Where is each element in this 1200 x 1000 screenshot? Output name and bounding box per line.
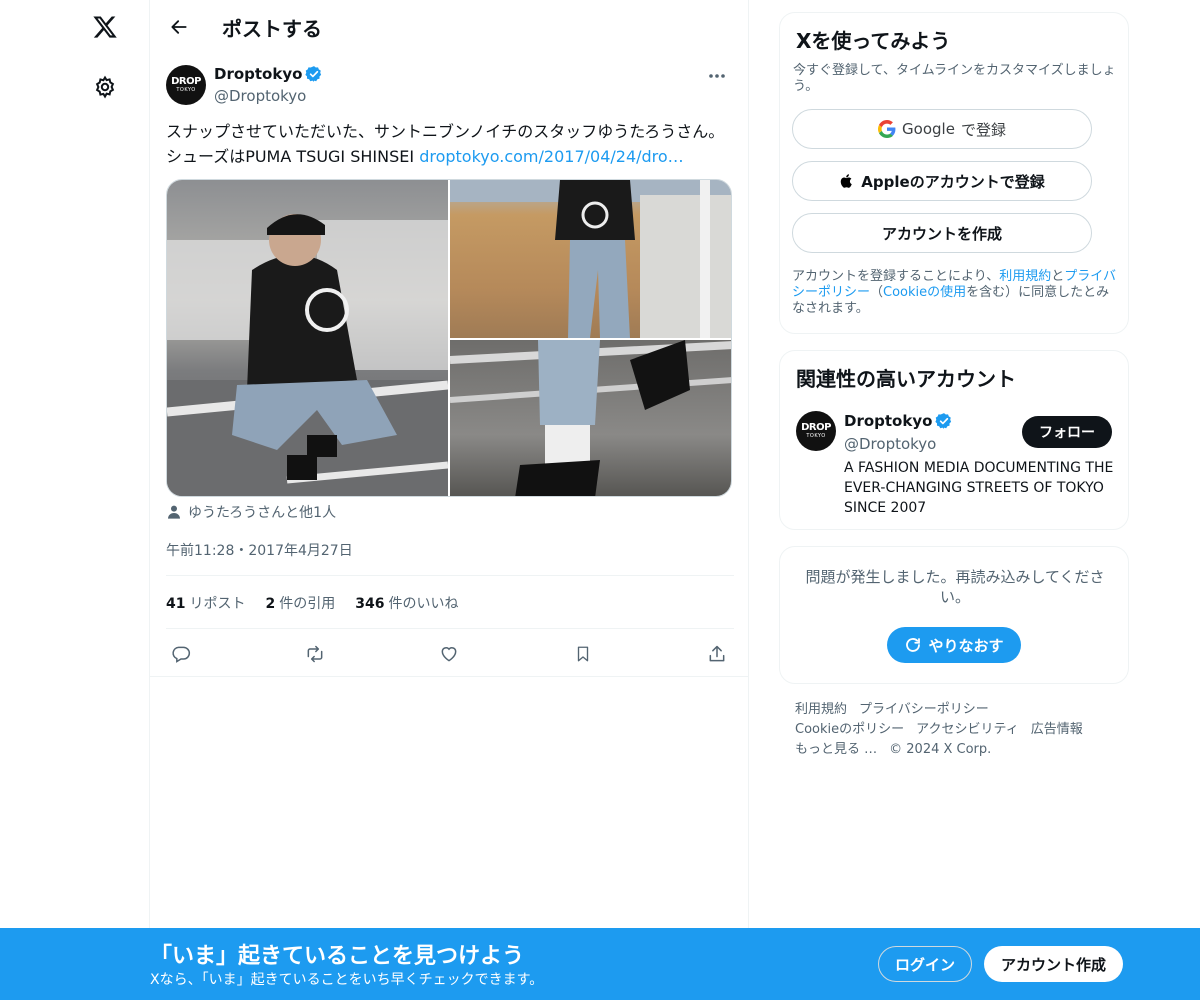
photo-2[interactable] [450,180,731,338]
tweet-text: スナップさせていただいた、サントニブンノイチのスタッフゆうたろうさん。 シューズ… [166,119,734,169]
settings-gear-icon[interactable] [82,64,128,110]
quotes-count: 2 [265,596,276,612]
create-account-button[interactable]: アカウントを作成 [792,213,1092,253]
legal-open: （ [870,285,884,300]
avatar-logo-subtext: TOKYO [176,87,196,93]
quotes-stat[interactable]: 2 件の引用 [265,593,335,613]
apple-signup-label: Appleのアカウントで登録 [861,172,1045,191]
share-icon[interactable] [703,640,731,668]
bottom-signup-banner: 「いま」起きていることを見つけよう Xなら、「いま」起きていることをいち早くチェ… [0,928,1200,1000]
tweet-timestamp[interactable]: 午前11:28・2017年4月27日 [166,540,353,560]
google-signup-label: で登録 [960,120,1006,139]
footer-ads-link[interactable]: 広告情報 [1031,722,1083,737]
tweet-link[interactable]: droptokyo.com/2017/04/24/dro… [419,147,684,166]
left-nav [0,0,150,1000]
footer-links: 利用規約 プライバシーポリシー Cookieのポリシー アクセシビリティ 広告情報 も… [795,700,1115,760]
footer-copyright: © 2024 X Corp. [889,742,992,757]
relevant-account-bio: A FASHION MEDIA DOCUMENTING THE EVER-CHA… [844,460,1114,516]
back-arrow-icon[interactable] [162,10,196,44]
bookmark-icon[interactable] [569,640,597,668]
cookie-link[interactable]: Cookieの使用 [883,285,966,300]
create-account-label: アカウントを作成 [881,224,1002,243]
google-brand-label: Google [902,120,955,138]
quotes-label: 件の引用 [279,596,336,612]
reposts-stat[interactable]: 41 リポスト [166,593,245,613]
relevant-title: 関連性の高いアカウント [796,367,1016,391]
login-button[interactable]: ログイン [878,946,972,982]
main-column: ポストする DROP TOKYO Droptokyo @Droptokyo スナ… [149,0,749,928]
more-options-icon[interactable] [700,64,734,88]
x-logo-icon[interactable] [82,4,128,50]
tweet-author: DROP TOKYO Droptokyo @Droptokyo [166,64,734,108]
divider [166,628,734,629]
repost-icon[interactable] [301,640,329,668]
relevant-account-handle[interactable]: @Droptokyo [844,435,936,453]
verified-badge-icon [935,413,952,429]
likes-label: 件のいいね [388,596,459,612]
avatar-logo-text: DROP [801,422,831,433]
footer-cookie-link[interactable]: Cookieのポリシー [795,722,904,737]
legal-and: と [1051,269,1065,284]
signup-button[interactable]: アカウント作成 [984,946,1123,982]
relevant-account-avatar[interactable]: DROP TOKYO [796,411,836,451]
author-name-text: Droptokyo [214,65,303,83]
footer-privacy-link[interactable]: プライバシーポリシー [859,702,989,717]
photo-3[interactable] [450,340,731,496]
reposts-count: 41 [166,596,186,612]
signup-title: Xを使ってみよう [796,29,951,53]
retry-button[interactable]: やりなおす [887,627,1021,663]
media-grid [166,179,732,497]
likes-stat[interactable]: 346 件のいいね [355,593,458,613]
reposts-label: リポスト [189,596,246,612]
google-signup-button[interactable]: Google で登録 [792,109,1092,149]
retry-label: やりなおす [928,636,1004,655]
avatar-logo-subtext: TOKYO [806,433,826,439]
apple-signup-button[interactable]: Appleのアカウントで登録 [792,161,1092,201]
divider [166,575,734,576]
page-header: ポストする [150,0,748,54]
author-avatar[interactable]: DROP TOKYO [166,65,206,105]
refresh-icon [906,638,921,652]
author-handle[interactable]: @Droptokyo [214,87,306,105]
relevant-account-name-text: Droptokyo [844,412,933,430]
person-icon [168,505,180,519]
author-name[interactable]: Droptokyo [214,65,323,83]
footer-accessibility-link[interactable]: アクセシビリティ [916,722,1019,737]
likes-count: 346 [355,596,385,612]
banner-title: 「いま」起きていることを見つけよう [150,944,525,969]
apple-icon [841,174,853,188]
verified-badge-icon [305,66,322,82]
banner-subtitle: Xなら、「いま」起きていることをいち早くチェックできます。 [150,972,544,988]
follow-button[interactable]: フォロー [1022,416,1112,448]
tweet-stats: 41 リポスト 2 件の引用 346 件のいいね [166,593,458,613]
signup-subtitle: 今すぐ登録して、タイムラインをカスタマイズしましょう。 [793,63,1116,94]
footer-more-link[interactable]: もっと見る … [795,742,877,757]
relevant-accounts-card: 関連性の高いアカウント DROP TOKYO Droptokyo @Dropto… [779,350,1129,530]
tweet-actions [166,640,734,668]
relevant-account-name[interactable]: Droptokyo [844,412,953,430]
google-g-icon [878,120,896,138]
footer-terms-link[interactable]: 利用規約 [795,702,847,717]
tagged-users[interactable]: ゆうたろうさんと他1人 [166,502,336,522]
photo-1[interactable] [167,180,448,496]
reply-icon[interactable] [167,640,195,668]
page-title: ポストする [222,17,322,41]
signup-card: Xを使ってみよう 今すぐ登録して、タイムラインをカスタマイズしましょう。 Goo… [779,12,1129,334]
divider [150,676,748,677]
avatar-logo-text: DROP [171,76,201,87]
error-message: 問題が発生しました。再読み込みしてください。 [805,568,1105,606]
error-card: 問題が発生しました。再読み込みしてください。 やりなおす [779,546,1129,684]
tagged-text: ゆうたろうさんと他1人 [188,505,337,521]
legal-prefix: アカウントを登録することにより、 [792,269,1000,284]
terms-link[interactable]: 利用規約 [999,269,1051,284]
signup-legal-text: アカウントを登録することにより、利用規約とプライバシーポリシー（Cookieの使… [792,269,1118,317]
like-heart-icon[interactable] [435,640,463,668]
